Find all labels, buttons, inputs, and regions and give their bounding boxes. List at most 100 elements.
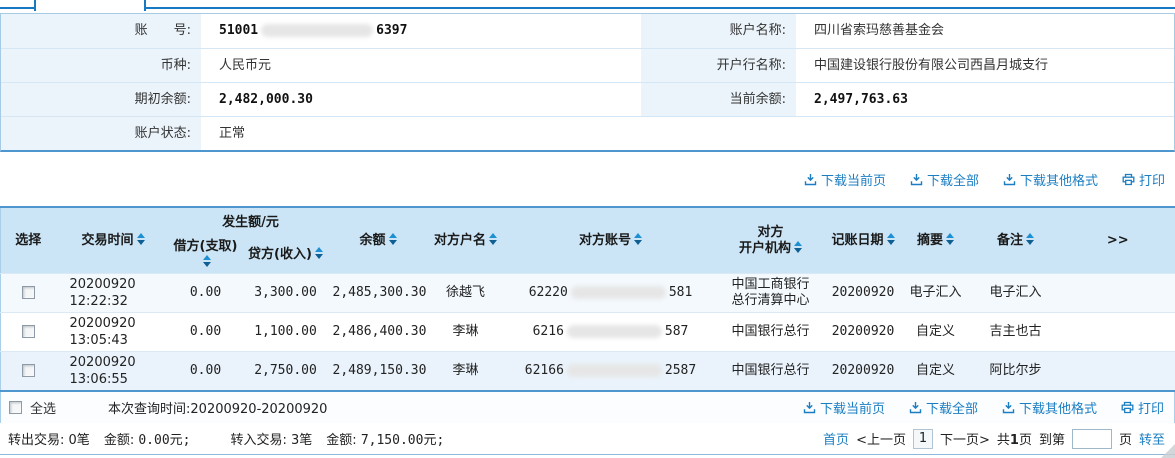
col-posting-date[interactable]: 记账日期: [825, 207, 901, 274]
sort-icon[interactable]: [314, 247, 323, 259]
account-info-row: 币种: 人民币元 开户行名称: 中国建设银行股份有限公司西昌月城支行: [1, 48, 1174, 82]
download-current-page-link[interactable]: 下载当前页: [804, 170, 886, 189]
download-icon: [803, 402, 816, 414]
transfer-out-label: 转出交易: 0笔: [8, 433, 90, 448]
col-amount-group: 发生额/元: [170, 207, 331, 237]
account-number-value: 51001 6397: [219, 23, 408, 38]
counterparty-name-cell: 李琳: [425, 351, 506, 391]
sort-icon[interactable]: [489, 232, 497, 245]
sort-icon[interactable]: [203, 255, 211, 267]
first-page-link[interactable]: 首页: [823, 429, 849, 448]
download-icon: [1003, 173, 1016, 185]
posting-date-cell: 20200920: [825, 273, 901, 313]
debit-cell: 0.00: [170, 273, 241, 313]
redacted-account-digits: [566, 364, 662, 377]
counterparty-bank-cell: 中国银行总行: [715, 351, 826, 391]
select-all-checkbox[interactable]: [9, 401, 22, 414]
sort-icon[interactable]: [136, 232, 145, 245]
transaction-table: 选择 交易时间 发生额/元 余额 对方户名 对方账号 对方 开户机构 记账日期 摘…: [0, 206, 1175, 392]
select-all-label: 全选: [30, 402, 57, 417]
download-other-format-link[interactable]: 下载其他格式: [1002, 398, 1097, 417]
abstract-cell: 电子汇入: [900, 273, 971, 313]
empty-cell: [796, 117, 1174, 150]
account-number-label: 账 号:: [1, 14, 201, 48]
account-status-label: 账户状态:: [1, 117, 201, 150]
account-name-value: 四川省索玛慈善基金会: [814, 23, 945, 38]
counterparty-account-cell: 62166 2587: [505, 351, 716, 391]
bank-name-label: 开户行名称:: [641, 49, 796, 82]
expand-columns-button[interactable]: >>: [1060, 207, 1175, 274]
next-page-button[interactable]: 下一页>: [940, 429, 990, 448]
sort-icon[interactable]: [794, 240, 802, 253]
col-counterparty-bank[interactable]: 对方 开户机构: [715, 207, 826, 274]
current-balance-label: 当前余额:: [641, 83, 796, 116]
row-checkbox[interactable]: [21, 286, 35, 299]
current-balance-value: 2,497,763.63: [814, 92, 908, 107]
counterparty-name-cell: 李琳: [425, 312, 506, 352]
col-credit[interactable]: 贷方(收入): [240, 237, 331, 274]
print-link[interactable]: 打印: [1121, 398, 1164, 417]
sort-icon[interactable]: [1026, 232, 1034, 245]
counterparty-account-cell: 62220 581: [505, 273, 716, 313]
table-row: 20200920 13:05:43 0.00 1,100.00 2,486,400…: [0, 312, 1175, 352]
sort-icon[interactable]: [388, 232, 397, 245]
table-row: 20200920 13:06:55 0.00 2,750.00 2,489,150…: [0, 351, 1175, 391]
counterparty-bank-cell: 中国银行总行: [715, 312, 826, 352]
tab-bar: [0, 0, 1175, 11]
currency-label: 币种:: [1, 49, 201, 82]
resize-corner: [1161, 444, 1175, 458]
download-all-link[interactable]: 下载全部: [909, 398, 978, 417]
table-footer-bar: 全选 本次查询时间:20200920-20200920 下载当前页 下载全部 下…: [0, 392, 1175, 423]
credit-cell: 2,750.00: [240, 351, 331, 391]
goto-page-input[interactable]: [1071, 428, 1112, 449]
summary-bar: 转出交易: 0笔 金额: 0.00元; 转入交易: 3笔 金额: 7,150.0…: [0, 423, 1175, 455]
transaction-time-cell: 20200920 13:06:55: [55, 351, 171, 391]
col-debit[interactable]: 借方(支取): [170, 237, 241, 274]
account-status-value: 正常: [219, 126, 246, 141]
abstract-cell: 自定义: [900, 351, 971, 391]
transfer-in-label: 转入交易: 3笔: [230, 433, 313, 448]
redacted-account-digits: [566, 325, 662, 338]
print-icon: [1122, 173, 1135, 185]
transaction-time-cell: 20200920 12:22:32: [55, 273, 171, 313]
remark-cell: 阿比尔步: [970, 351, 1061, 391]
active-tab[interactable]: [34, 0, 146, 11]
debit-cell: 0.00: [170, 312, 241, 352]
bank-name-value: 中国建设银行股份有限公司西昌月城支行: [814, 58, 1049, 73]
download-icon: [910, 173, 923, 185]
col-select: 选择: [0, 207, 56, 274]
goto-page-suffix: 页: [1118, 433, 1132, 448]
print-link[interactable]: 打印: [1122, 170, 1165, 189]
sort-icon[interactable]: [946, 232, 954, 245]
download-all-link[interactable]: 下载全部: [910, 170, 979, 189]
redacted-account-digits: [261, 24, 374, 37]
col-transaction-time[interactable]: 交易时间: [55, 207, 171, 274]
counterparty-name-cell: 徐越飞: [425, 273, 506, 313]
col-counterparty-account[interactable]: 对方账号: [505, 207, 716, 274]
download-current-page-link[interactable]: 下载当前页: [803, 398, 885, 417]
query-time-text: 本次查询时间:20200920-20200920: [108, 402, 328, 417]
row-checkbox[interactable]: [21, 364, 35, 377]
credit-cell: 3,300.00: [240, 273, 331, 313]
download-other-format-link[interactable]: 下载其他格式: [1003, 170, 1098, 189]
account-info-row: 账户状态: 正常: [1, 116, 1174, 150]
current-page-indicator: 1: [912, 428, 933, 449]
debit-cell: 0.00: [170, 351, 241, 391]
opening-balance-value: 2,482,000.30: [219, 92, 313, 107]
redacted-account-digits: [570, 286, 666, 299]
table-row: 20200920 12:22:32 0.00 3,300.00 2,485,300…: [0, 273, 1175, 313]
col-balance[interactable]: 余额: [330, 207, 426, 274]
transaction-time-cell: 20200920 13:05:43: [55, 312, 171, 352]
col-remark[interactable]: 备注: [970, 207, 1061, 274]
col-abstract[interactable]: 摘要: [900, 207, 971, 274]
posting-date-cell: 20200920: [825, 351, 901, 391]
col-counterparty-name[interactable]: 对方户名: [425, 207, 506, 274]
counterparty-account-cell: 6216 587: [505, 312, 716, 352]
pagination: 首页 <上一页 1 下一页> 共1页 到第 页 转至: [823, 428, 1165, 449]
abstract-cell: 自定义: [900, 312, 971, 352]
row-checkbox[interactable]: [21, 325, 35, 338]
sort-icon[interactable]: [886, 232, 895, 245]
sort-icon[interactable]: [634, 232, 642, 245]
prev-page-button[interactable]: <上一页: [856, 429, 906, 448]
print-icon: [1121, 401, 1134, 414]
